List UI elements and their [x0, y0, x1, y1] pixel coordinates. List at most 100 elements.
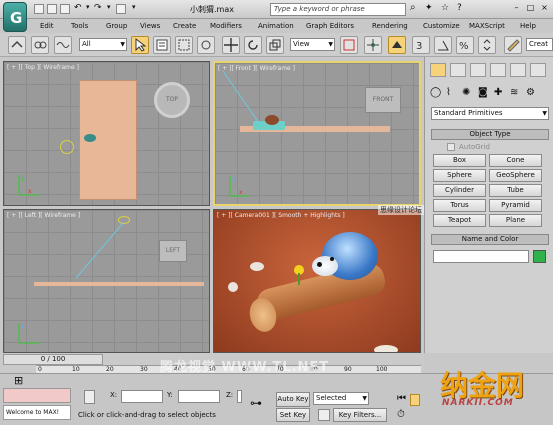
key-mode-toggle-icon[interactable] — [410, 394, 420, 406]
communication-center-icon[interactable]: ✦ — [425, 3, 433, 13]
menu-views[interactable]: Views — [140, 22, 160, 30]
select-by-name-icon[interactable] — [153, 36, 171, 54]
search-icon[interactable]: ⌕ — [410, 2, 416, 13]
maximize-button[interactable]: □ — [526, 3, 535, 15]
object-color-swatch[interactable] — [533, 250, 546, 263]
key-mode-dropdown[interactable]: Selected ▼ — [313, 392, 369, 405]
name-and-color-rollout[interactable]: Name and Color — [431, 234, 549, 245]
menu-group[interactable]: Group — [106, 22, 127, 30]
select-and-move-icon[interactable] — [222, 36, 240, 54]
hierarchy-tab-icon[interactable] — [470, 63, 486, 77]
minimize-button[interactable]: – — [512, 3, 521, 15]
redo-dropdown-icon[interactable]: ▾ — [107, 3, 111, 11]
window-crossing-icon[interactable] — [197, 36, 215, 54]
maxscript-output[interactable]: Welcome to MAX! — [3, 405, 71, 420]
reference-coordinate-dropdown[interactable]: View ▼ — [290, 38, 335, 51]
unlink-selection-icon[interactable] — [31, 36, 49, 54]
app-logo-icon[interactable]: G — [3, 2, 27, 32]
plane-button[interactable]: Plane — [489, 214, 542, 227]
create-tab-icon[interactable] — [430, 63, 446, 77]
save-file-icon[interactable] — [60, 4, 70, 14]
select-and-scale-icon[interactable] — [266, 36, 284, 54]
sphere-button[interactable]: Sphere — [433, 169, 486, 182]
time-slider[interactable]: 0 / 100 — [3, 354, 103, 365]
rectangular-selection-icon[interactable] — [175, 36, 193, 54]
viewport-top[interactable]: [ + ][ Top ][ Wireframe ] TOP xy — [3, 61, 210, 206]
tube-button[interactable]: Tube — [489, 184, 542, 197]
go-to-start-icon[interactable]: ⏮ — [397, 393, 406, 404]
utilities-tab-icon[interactable] — [530, 63, 546, 77]
set-key-icon[interactable]: ⊶ — [250, 396, 262, 410]
x-coord-input[interactable] — [121, 390, 163, 403]
cylinder-button[interactable]: Cylinder — [433, 184, 486, 197]
help-icon[interactable]: ? — [457, 3, 462, 13]
autogrid-checkbox[interactable] — [447, 143, 455, 151]
cameras-icon[interactable]: ◙ — [478, 87, 488, 98]
pyramid-button[interactable]: Pyramid — [489, 199, 542, 212]
menu-modifiers[interactable]: Modifiers — [210, 22, 242, 30]
object-type-rollout[interactable]: Object Type — [431, 129, 549, 140]
auto-key-button[interactable]: Auto Key — [276, 392, 310, 407]
viewport-front[interactable]: [ + ][ Front ][ Wireframe ] FRONT xz — [213, 61, 421, 206]
select-object-icon[interactable] — [131, 36, 149, 54]
mini-curve-editor-icon[interactable]: ⊞ — [14, 374, 23, 387]
spinner-snap-icon[interactable] — [478, 36, 496, 54]
y-coord-input[interactable] — [178, 390, 220, 403]
geometry-icon[interactable]: ◯ — [430, 87, 441, 98]
selection-filter-dropdown[interactable]: All ▼ — [79, 38, 127, 51]
object-name-input[interactable] — [433, 250, 529, 263]
close-button[interactable]: × — [540, 3, 549, 15]
set-key-button[interactable]: Set Key — [276, 408, 310, 422]
menu-create[interactable]: Create — [173, 22, 196, 30]
redo-icon[interactable]: ↷ — [94, 3, 102, 13]
quick-access-dropdown-icon[interactable]: ▾ — [132, 3, 136, 11]
select-and-manipulate-icon[interactable] — [364, 36, 382, 54]
stone-object[interactable] — [374, 345, 398, 352]
helpers-icon[interactable]: ✚ — [494, 87, 502, 98]
key-tangent-icon[interactable] — [318, 409, 330, 421]
box-button[interactable]: Box — [433, 154, 486, 167]
primitive-category-dropdown[interactable]: Standard Primitives ▼ — [431, 107, 549, 120]
menu-rendering[interactable]: Rendering — [372, 22, 408, 30]
viewport-left[interactable]: [ + ][ Left ][ Wireframe ] LEFT z — [3, 209, 210, 353]
systems-icon[interactable]: ⚙ — [526, 87, 535, 98]
torus-button[interactable]: Torus — [433, 199, 486, 212]
search-input[interactable]: Type a keyword or phrase — [270, 3, 406, 16]
pivot-center-icon[interactable] — [340, 36, 358, 54]
keyboard-shortcut-override-icon[interactable] — [388, 36, 406, 54]
viewport-label[interactable]: [ + ][ Top ][ Wireframe ] — [7, 64, 79, 71]
hedgehog-top-object[interactable] — [84, 134, 96, 142]
viewport-camera[interactable]: [ + ][ Camera001 ][ Smooth + Highlights … — [213, 209, 421, 353]
menu-maxscript[interactable]: MAXScript — [469, 22, 505, 30]
key-filters-button[interactable]: Key Filters... — [333, 408, 387, 422]
menu-edit[interactable]: Edit — [40, 22, 54, 30]
cone-button[interactable]: Cone — [489, 154, 542, 167]
new-file-icon[interactable] — [34, 4, 44, 14]
viewcube-widget[interactable]: LEFT — [159, 240, 187, 262]
shapes-icon[interactable]: ⌇ — [446, 87, 451, 98]
teapot-button[interactable]: Teapot — [433, 214, 486, 227]
menu-animation[interactable]: Animation — [258, 22, 294, 30]
favorites-icon[interactable]: ☆ — [441, 3, 449, 13]
time-config-icon[interactable]: ⏱ — [397, 409, 405, 420]
viewcube-widget[interactable]: FRONT — [365, 87, 401, 113]
hedgehog-face-object[interactable] — [312, 256, 338, 276]
menu-graph-editors[interactable]: Graph Editors — [306, 22, 354, 30]
open-file-icon[interactable] — [47, 4, 57, 14]
select-and-link-icon[interactable] — [8, 36, 26, 54]
project-folder-icon[interactable] — [116, 4, 126, 14]
select-and-rotate-icon[interactable] — [244, 36, 262, 54]
modify-tab-icon[interactable] — [450, 63, 466, 77]
named-selection-set-dropdown[interactable]: Creat — [526, 38, 553, 51]
space-warps-icon[interactable]: ≋ — [510, 87, 518, 98]
camera-object[interactable] — [60, 140, 74, 154]
motion-tab-icon[interactable] — [490, 63, 506, 77]
geosphere-button[interactable]: GeoSphere — [489, 169, 542, 182]
percent-snap-icon[interactable]: % — [456, 36, 474, 54]
undo-dropdown-icon[interactable]: ▾ — [86, 3, 90, 11]
maxscript-mini-listener-input[interactable] — [3, 388, 71, 403]
lights-icon[interactable]: ✺ — [462, 87, 470, 98]
selection-lock-icon[interactable] — [84, 390, 95, 404]
angle-snap-icon[interactable] — [434, 36, 452, 54]
snaps-toggle-icon[interactable]: 3 — [412, 36, 430, 54]
